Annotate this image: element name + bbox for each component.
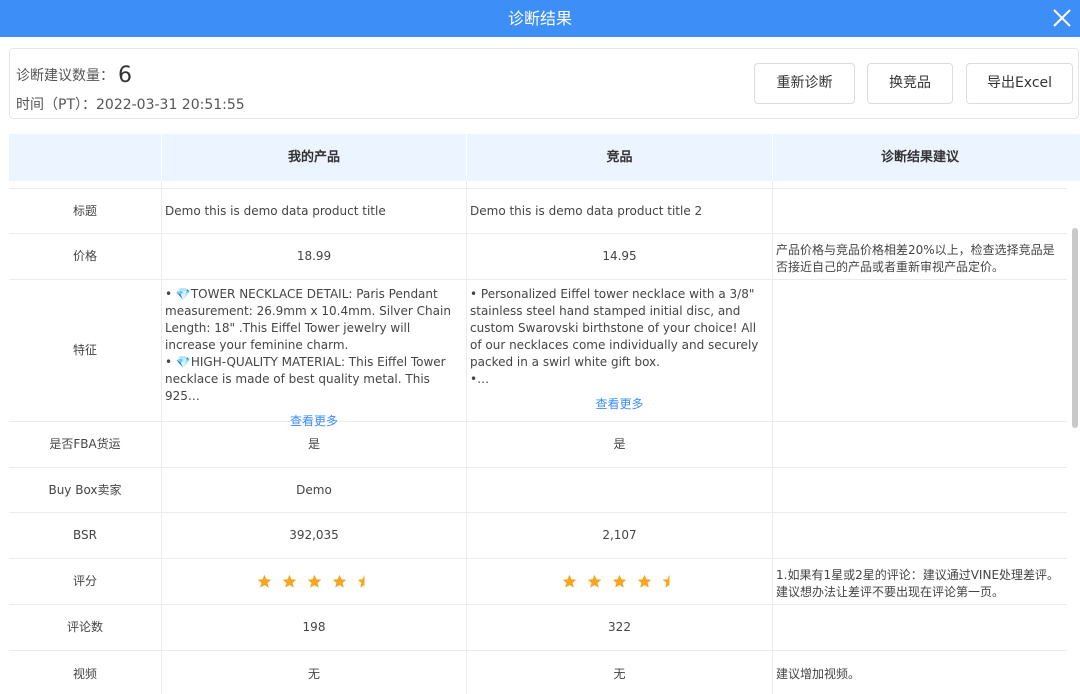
table-body: 标题 Demo this is demo data product title … — [9, 181, 1067, 694]
star-icon — [282, 574, 296, 588]
my-product-video: 无 — [161, 651, 466, 694]
my-product-buybox: Demo — [161, 468, 466, 512]
star-icon — [662, 574, 670, 588]
table-row-clipped — [9, 181, 1067, 189]
advice-reviews — [772, 605, 1067, 650]
export-excel-button[interactable]: 导出Excel — [966, 63, 1073, 104]
my-product-rating — [161, 559, 466, 604]
row-label-features: 特征 — [72, 343, 97, 357]
advice-features — [772, 280, 1067, 421]
row-label-video: 视频 — [72, 666, 97, 681]
star-icon — [307, 574, 321, 588]
advice-buybox — [772, 468, 1067, 512]
competitor-title: Demo this is demo data product title 2 — [466, 189, 772, 233]
table-row-features: 特征 • 💎TOWER NECKLACE DETAIL: Paris Penda… — [9, 280, 1067, 428]
table-row-buybox: Buy Box卖家 Demo — [9, 468, 1067, 513]
star-icon — [357, 574, 364, 588]
competitor-reviews: 322 — [466, 605, 772, 650]
suggestion-count-value: 6 — [118, 63, 132, 88]
diagnosis-table: 我的产品 竞品 诊断结果建议 标题 Demo this is demo data… — [9, 134, 1080, 694]
my-product-reviews: 198 — [161, 605, 466, 650]
row-label-rating: 评分 — [72, 574, 97, 588]
diagnosis-time-value: 2022-03-31 20:51:55 — [96, 97, 245, 113]
table-row-fba: 是否FBA货运 是 是 — [9, 422, 1067, 468]
table-row-title: 标题 Demo this is demo data product title … — [9, 189, 1067, 234]
competitor-stars — [562, 574, 677, 589]
table-row-rating: 评分 1.如果有1星或2星的评论：建议通过VINE处理差评。建议想办法让差评不要… — [9, 559, 1067, 605]
star-icon — [257, 574, 271, 588]
row-label-title: 标题 — [72, 203, 97, 218]
competitor-buybox — [466, 468, 772, 512]
cell-clipped-0 — [9, 181, 161, 188]
competitor-features-cell: • Personalized Eiffel tower necklace wit… — [466, 280, 772, 421]
table-scrollbar[interactable] — [1072, 228, 1078, 428]
competitor-price: 14.95 — [466, 234, 772, 279]
cell-clipped-3 — [772, 181, 1067, 188]
rediagnose-button[interactable]: 重新诊断 — [754, 63, 855, 104]
advice-title — [772, 189, 1067, 233]
competitor-bsr: 2,107 — [466, 513, 772, 558]
dialog-title: 诊断结果 — [507, 9, 572, 28]
my-product-bsr: 392,035 — [161, 513, 466, 558]
suggestion-count: 诊断建议数量： 6 — [16, 63, 132, 88]
my-product-features-cell: • 💎TOWER NECKLACE DETAIL: Paris Pendant … — [161, 280, 466, 428]
header-competitor: 竞品 — [466, 134, 772, 181]
summary-panel: 诊断建议数量： 6 时间（PT）：2022-03-31 20:51:55 重新诊断… — [9, 48, 1079, 119]
close-icon[interactable] — [1048, 4, 1076, 32]
advice-price: 产品价格与竞品价格相差20%以上，检查选择竞品是否接近自己的产品或者重新审视产品… — [772, 234, 1067, 279]
my-product-fba: 是 — [161, 422, 466, 467]
header-advice: 诊断结果建议 — [772, 134, 1067, 181]
row-label-buybox: Buy Box卖家 — [48, 482, 122, 497]
diagnosis-time: 时间（PT）：2022-03-31 20:51:55 — [16, 94, 245, 114]
competitor-see-more-link[interactable]: 查看更多 — [470, 396, 769, 413]
competitor-fba: 是 — [466, 422, 772, 467]
row-label-bsr: BSR — [73, 528, 97, 542]
advice-fba — [772, 422, 1067, 467]
cell-clipped-2 — [466, 181, 772, 188]
diagnosis-time-label: 时间（PT）： — [16, 97, 96, 113]
competitor-features: • Personalized Eiffel tower necklace wit… — [470, 287, 759, 386]
table-row-bsr: BSR 392,035 2,107 — [9, 513, 1067, 559]
advice-bsr — [772, 513, 1067, 558]
cell-clipped-1 — [161, 181, 466, 188]
advice-rating: 1.如果有1星或2星的评论：建议通过VINE处理差评。建议想办法让差评不要出现在… — [772, 559, 1067, 604]
competitor-rating — [466, 559, 772, 604]
star-icon — [587, 574, 602, 588]
row-label-fba: 是否FBA货运 — [49, 437, 121, 451]
advice-video: 建议增加视频。 — [772, 651, 1067, 694]
header-empty — [9, 134, 161, 181]
swap-competitor-button[interactable]: 换竞品 — [867, 63, 953, 104]
row-label-price: 价格 — [72, 249, 97, 263]
competitor-video: 无 — [466, 651, 772, 694]
table-row-video: 视频 无 无 建议增加视频。 — [9, 651, 1067, 694]
header-my-product: 我的产品 — [161, 134, 466, 181]
star-icon — [562, 574, 577, 588]
my-product-features: • 💎TOWER NECKLACE DETAIL: Paris Pendant … — [165, 287, 451, 403]
my-product-title: Demo this is demo data product title — [161, 189, 466, 233]
table-row-reviews: 评论数 198 322 — [9, 605, 1067, 651]
suggestion-count-label: 诊断建议数量： — [16, 68, 114, 84]
table-header: 我的产品 竞品 诊断结果建议 — [9, 134, 1080, 181]
star-icon — [332, 574, 346, 588]
star-icon — [612, 574, 627, 588]
table-row-price: 价格 18.99 14.95 产品价格与竞品价格相差20%以上，检查选择竞品是否… — [9, 234, 1067, 280]
star-icon — [637, 574, 652, 588]
dialog-header: 诊断结果 — [0, 0, 1080, 37]
row-label-reviews: 评论数 — [66, 620, 103, 634]
my-product-price: 18.99 — [161, 234, 466, 279]
my-product-stars — [257, 574, 372, 589]
